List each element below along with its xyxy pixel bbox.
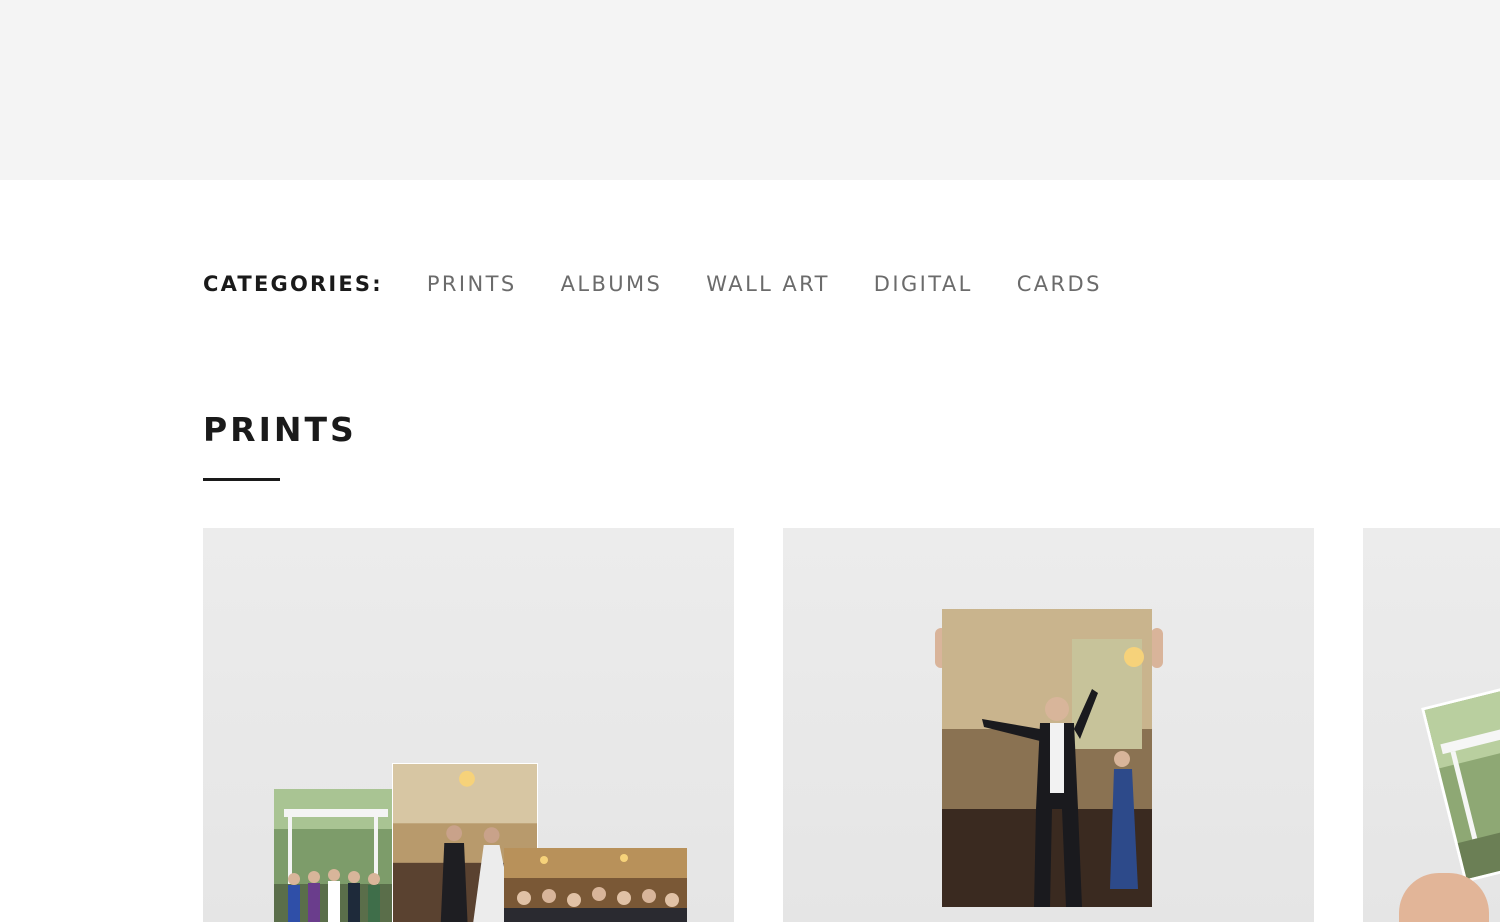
category-link-digital[interactable]: DIGITAL	[874, 272, 973, 296]
product-card-prints-collage[interactable]	[203, 528, 734, 922]
category-link-albums[interactable]: ALBUMS	[561, 272, 663, 296]
category-link-cards[interactable]: CARDS	[1017, 272, 1102, 296]
top-banner	[0, 0, 1500, 180]
category-nav: CATEGORIES: PRINTS ALBUMS WALL ART DIGIT…	[203, 268, 1146, 300]
categories-label: CATEGORIES:	[203, 272, 383, 296]
print-photo-outdoor-group	[274, 789, 396, 922]
hand-holding-print	[1399, 873, 1489, 922]
hand-right	[1151, 628, 1163, 668]
title-underline	[203, 478, 280, 481]
product-card-handheld-print[interactable]	[1363, 528, 1500, 922]
category-link-prints[interactable]: PRINTS	[427, 272, 517, 296]
print-photo-pergola	[1421, 683, 1500, 883]
section-title: PRINTS	[203, 410, 357, 449]
print-photo-groom-dancing	[942, 609, 1152, 907]
product-card-large-print[interactable]	[783, 528, 1314, 922]
category-link-wall-art[interactable]: WALL ART	[706, 272, 830, 296]
print-photo-reception-crowd	[504, 848, 687, 922]
